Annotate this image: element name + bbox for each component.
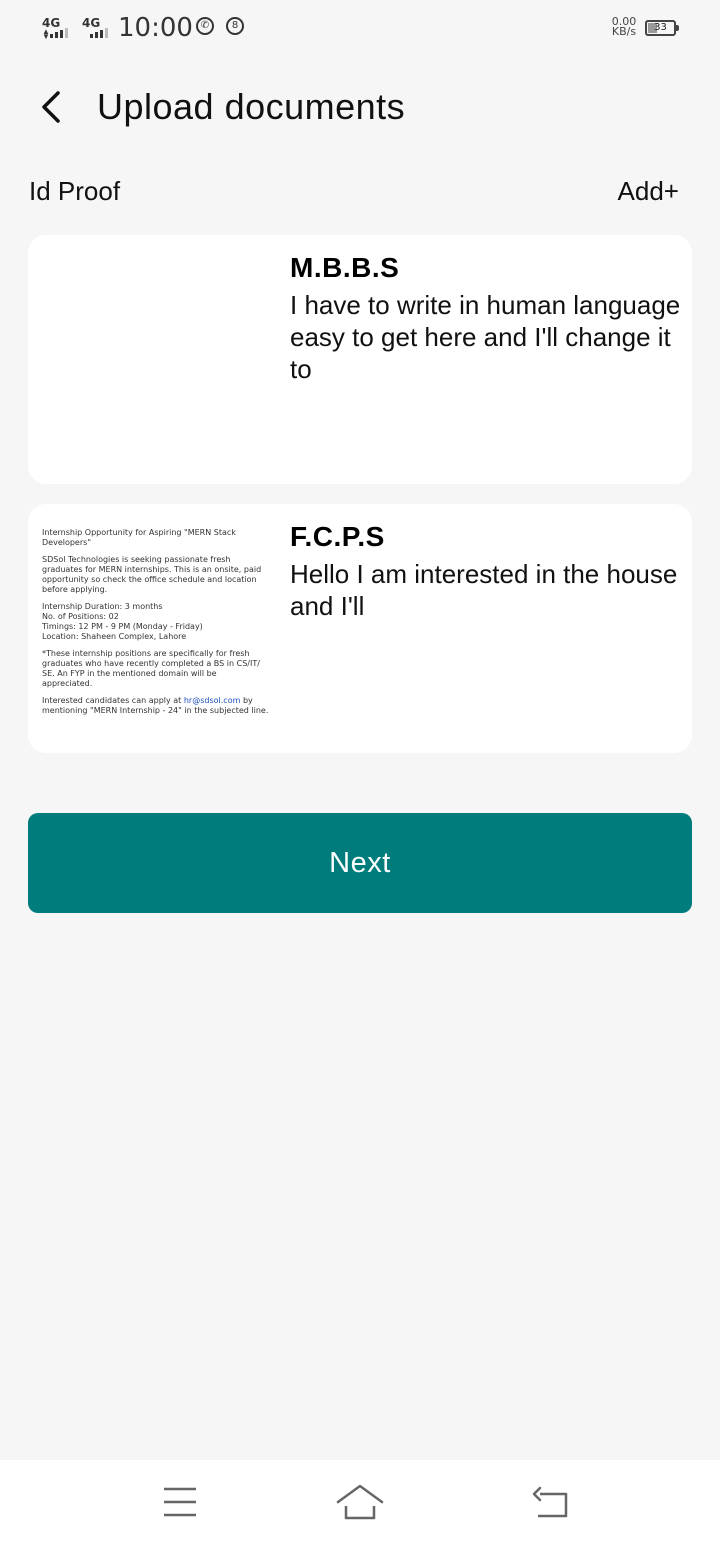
thumbnail-text: appreciated. [42, 679, 93, 688]
thumbnail-text: SDSol Technologies is seeking passionate… [42, 555, 231, 564]
thumbnail-text: Timings: 12 PM - 9 PM (Monday - Friday) [42, 622, 203, 631]
next-button[interactable]: Next [28, 813, 692, 913]
thumbnail-text: mentioning "MERN Internship - 24" in the… [42, 706, 269, 715]
page-title: Upload documents [97, 86, 406, 127]
thumbnail-text: Developers" [42, 538, 91, 547]
thumbnail-text: *These internship positions are specific… [42, 649, 250, 658]
document-card[interactable]: Internship Opportunity for Aspiring "MER… [28, 504, 692, 753]
home-button[interactable] [330, 1480, 390, 1524]
thumbnail-text: Interested candidates can apply at hr@sd… [42, 696, 253, 705]
menu-icon [164, 1487, 196, 1517]
thumbnail-text: Internship Duration: 3 months [42, 602, 163, 611]
document-title: M.B.B.S [290, 252, 400, 283]
document-title: F.C.P.S [290, 521, 385, 552]
menu-button[interactable] [150, 1480, 210, 1524]
add-button[interactable]: Add+ [618, 176, 679, 207]
thumbnail-text: graduates who have recently completed a … [42, 659, 260, 668]
section-label: Id Proof [29, 176, 121, 206]
document-thumbnail[interactable]: Internship Opportunity for Aspiring "MER… [42, 514, 278, 744]
signal-icon: 4G ▲ ▼ [42, 16, 78, 41]
thumbnail-text: Internship Opportunity for Aspiring "MER… [42, 528, 236, 537]
battery-icon: 33 [645, 20, 679, 36]
thumbnail-text: Location: Shaheen Complex, Lahore [42, 632, 187, 641]
document-description: Hello I am interested in the house and I… [290, 559, 678, 621]
thumbnail-text: opportunity so check the office schedule… [42, 575, 257, 584]
back-nav-icon [532, 1486, 568, 1518]
network-speed: 0.00 KB/s [608, 16, 640, 38]
home-icon [336, 1484, 384, 1520]
status-bar: 4G ▲ ▼ 4G 10:00 ✆ 8 0.00 KB/s 33 [0, 0, 720, 56]
thumbnail-text: SE. An FYP in the mentioned domain will … [42, 669, 217, 678]
thumbnail-email: hr@sdsol.com [183, 696, 241, 705]
whatsapp-icon: ✆ [196, 17, 214, 35]
speed-unit: KB/s [611, 25, 637, 38]
battery-percent: 33 [654, 22, 667, 33]
notification-badge-icon: 8 [226, 17, 244, 35]
thumbnail-text: graduates for MERN internships. This is … [42, 565, 262, 574]
back-button[interactable] [30, 83, 74, 131]
thumbnail-text: before applying. [42, 585, 108, 594]
navigation-bar [0, 1460, 720, 1544]
thumbnail-text: No. of Positions: 02 [42, 612, 119, 621]
back-nav-button[interactable] [520, 1480, 580, 1524]
document-thumbnail[interactable] [42, 245, 278, 475]
document-card[interactable]: M.B.B.S I have to write in human languag… [28, 235, 692, 484]
signal-icon: 4G [82, 16, 118, 40]
chevron-left-icon [42, 91, 60, 123]
document-description: I have to write in human language easy t… [290, 290, 681, 384]
status-time: 10:00 [118, 13, 193, 43]
